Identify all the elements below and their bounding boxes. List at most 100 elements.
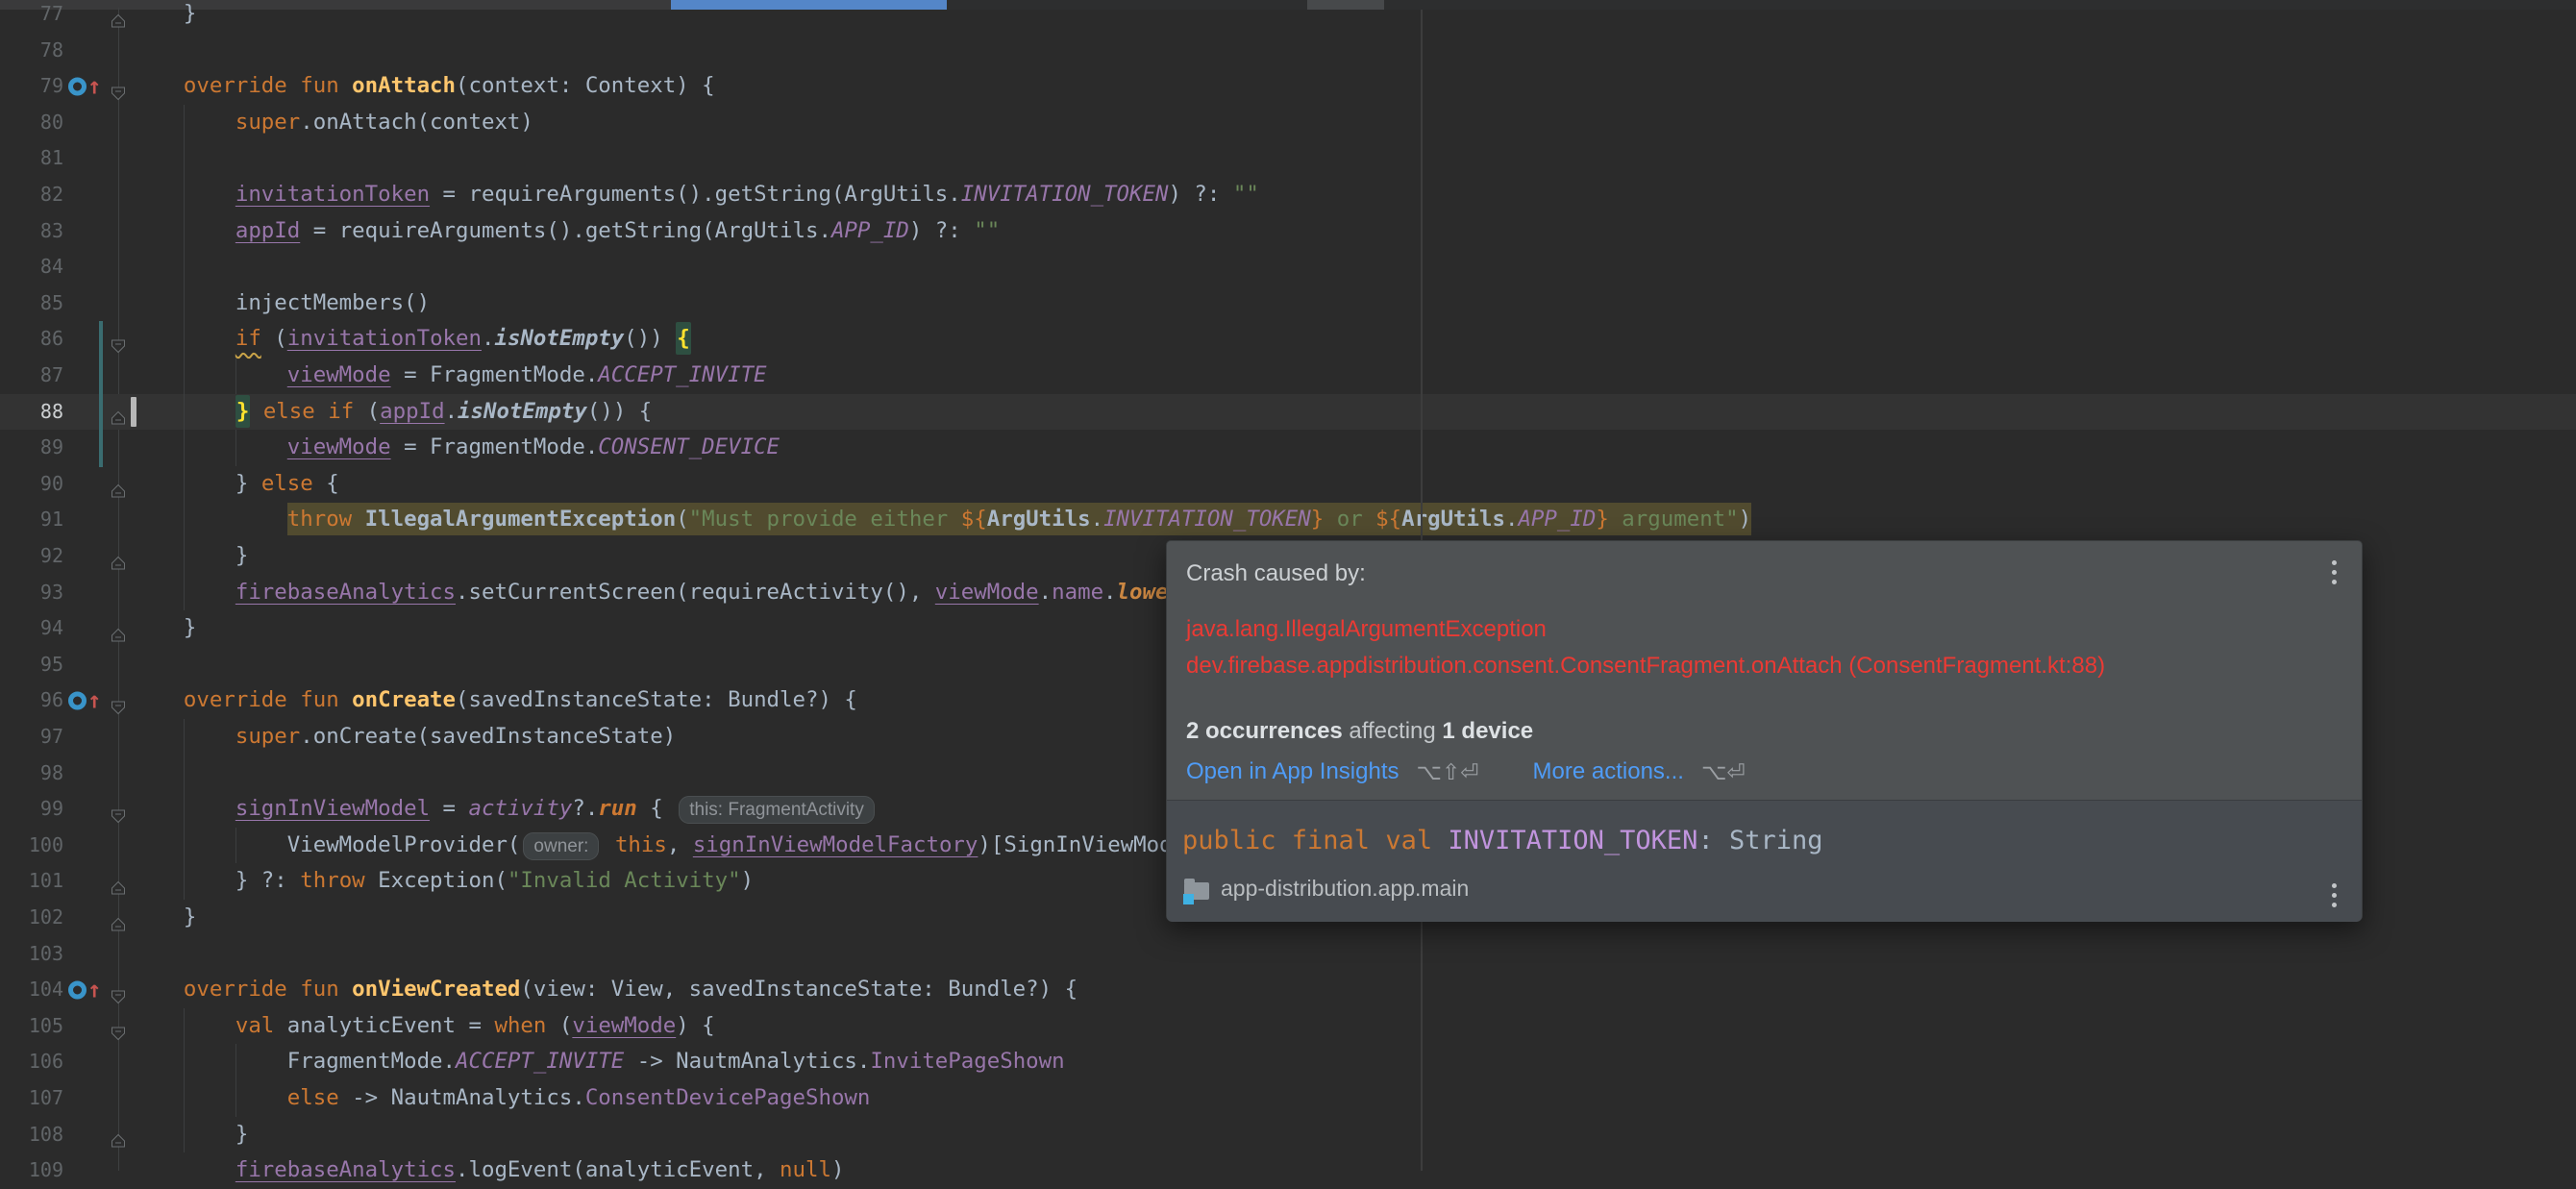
override-method-icon[interactable]	[68, 980, 87, 1000]
code-line-104[interactable]: 104 ↑ override fun onViewCreated(view: Vi…	[0, 972, 2576, 1008]
line-number[interactable]: 103	[0, 936, 63, 973]
code-text: throw IllegalArgumentException("Must pro…	[132, 502, 1752, 538]
line-number[interactable]: 82	[0, 177, 63, 213]
override-arrow-icon: ↑	[87, 72, 102, 100]
module-icon	[1183, 878, 1209, 904]
code-text: viewMode = FragmentMode.CONSENT_DEVICE	[286, 434, 780, 460]
line-number[interactable]: 105	[0, 1008, 63, 1045]
vcs-change-marker[interactable]	[99, 321, 103, 467]
device-count: 1 device	[1442, 718, 1534, 744]
line-number[interactable]: 100	[0, 828, 63, 864]
indent-guide	[184, 719, 185, 900]
code-text: }	[132, 615, 197, 641]
fold-marker-icon[interactable]	[110, 403, 127, 425]
code-line-90[interactable]: 90 } else {	[0, 466, 2576, 503]
line-number[interactable]: 78	[0, 33, 63, 69]
line-number[interactable]: 91	[0, 502, 63, 538]
fold-marker-icon[interactable]	[110, 78, 127, 101]
crash-location-text[interactable]: dev.firebase.appdistribution.consent.Con…	[1186, 653, 2105, 680]
code-line-108[interactable]: 108 }	[0, 1117, 2576, 1153]
code-line-86[interactable]: 86 if (invitationToken.isNotEmpty()) {	[0, 321, 2576, 358]
indent-guide	[184, 104, 185, 611]
fold-marker-icon[interactable]	[110, 6, 127, 28]
code-text: signInViewModel = activity?.run { this: …	[132, 791, 878, 829]
fold-marker-icon[interactable]	[110, 981, 127, 1004]
line-number[interactable]: 104	[0, 972, 63, 1008]
code-text: override fun onCreate(savedInstanceState…	[132, 687, 857, 713]
line-number[interactable]: 98	[0, 756, 63, 792]
line-number[interactable]: 96	[0, 682, 63, 719]
line-number[interactable]: 88	[0, 394, 63, 431]
indent-guide	[235, 1044, 236, 1117]
code-line-81[interactable]: 81	[0, 140, 2576, 177]
fold-marker-icon[interactable]	[110, 801, 127, 824]
code-line-77[interactable]: 77 }	[0, 0, 2576, 33]
line-number[interactable]: 101	[0, 863, 63, 900]
code-line-106[interactable]: 106 FragmentMode.ACCEPT_INVITE -> NautmA…	[0, 1044, 2576, 1080]
kebab-menu-icon[interactable]	[2328, 557, 2341, 588]
kebab-menu-icon[interactable]	[2328, 879, 2341, 911]
fold-marker-icon[interactable]	[110, 548, 127, 570]
fold-marker-icon[interactable]	[110, 909, 127, 931]
line-number[interactable]: 93	[0, 575, 63, 611]
code-line-78[interactable]: 78	[0, 33, 2576, 69]
code-text: } ?: throw Exception("Invalid Activity")	[132, 868, 755, 894]
override-arrow-icon: ↑	[87, 976, 102, 1003]
line-number[interactable]: 87	[0, 358, 63, 394]
code-text: }	[132, 1, 197, 26]
fold-marker-icon[interactable]	[110, 1126, 127, 1148]
fold-marker-icon[interactable]	[110, 476, 127, 498]
code-text: } else if (appId.isNotEmpty()) {	[132, 394, 652, 431]
line-number[interactable]: 84	[0, 249, 63, 285]
fold-marker-icon[interactable]	[110, 692, 127, 715]
line-number[interactable]: 90	[0, 466, 63, 503]
fold-marker-icon[interactable]	[110, 873, 127, 895]
code-line-79[interactable]: 79 ↑ override fun onAttach(context: Conte…	[0, 68, 2576, 105]
code-line-105[interactable]: 105 val analyticEvent = when (viewMode) …	[0, 1008, 2576, 1045]
open-in-app-insights-link[interactable]: Open in App Insights	[1186, 758, 1399, 785]
line-number[interactable]: 108	[0, 1117, 63, 1153]
line-number[interactable]: 89	[0, 430, 63, 466]
code-line-84[interactable]: 84	[0, 249, 2576, 285]
code-text: if (invitationToken.isNotEmpty()) {	[132, 321, 691, 358]
code-line-82[interactable]: 82 invitationToken = requireArguments().…	[0, 177, 2576, 213]
line-number[interactable]: 83	[0, 213, 63, 250]
line-number[interactable]: 86	[0, 321, 63, 358]
fold-marker-icon[interactable]	[110, 331, 127, 354]
occurrence-count: 2 occurrences	[1186, 718, 1343, 744]
line-number[interactable]: 99	[0, 791, 63, 828]
code-line-88[interactable]: 88 } else if (appId.isNotEmpty()) {	[0, 393, 2576, 431]
line-number[interactable]: 94	[0, 610, 63, 647]
more-actions-link[interactable]: More actions...	[1533, 758, 1684, 785]
code-line-83[interactable]: 83 appId = requireArguments().getString(…	[0, 213, 2576, 250]
line-number[interactable]: 97	[0, 719, 63, 756]
line-number[interactable]: 80	[0, 105, 63, 141]
code-text: override fun onAttach(context: Context) …	[132, 73, 715, 99]
quick-doc-section: public final val INVITATION_TOKEN: Strin…	[1167, 800, 2362, 922]
crash-exception-text[interactable]: java.lang.IllegalArgumentException	[1186, 616, 1547, 643]
line-number[interactable]: 102	[0, 900, 63, 936]
fold-marker-icon[interactable]	[110, 620, 127, 642]
line-number[interactable]: 106	[0, 1044, 63, 1080]
code-line-80[interactable]: 80 super.onAttach(context)	[0, 105, 2576, 141]
fold-marker-icon[interactable]	[110, 1018, 127, 1040]
code-text: injectMembers()	[132, 289, 431, 315]
indent-guide	[235, 827, 236, 864]
line-number[interactable]: 95	[0, 647, 63, 683]
line-number[interactable]: 92	[0, 538, 63, 575]
code-line-103[interactable]: 103	[0, 936, 2576, 973]
code-line-85[interactable]: 85 injectMembers()	[0, 285, 2576, 322]
line-number[interactable]: 81	[0, 140, 63, 177]
code-text: appId = requireArguments().getString(Arg…	[235, 217, 1001, 243]
code-line-107[interactable]: 107 else -> NautmAnalytics.ConsentDevice…	[0, 1080, 2576, 1117]
line-number[interactable]: 77	[0, 0, 63, 33]
code-line-91[interactable]: 91 throw IllegalArgumentException("Must …	[0, 502, 2576, 538]
code-text: }	[132, 904, 197, 929]
line-number[interactable]: 85	[0, 285, 63, 322]
override-method-icon[interactable]	[68, 77, 87, 96]
override-method-icon[interactable]	[68, 691, 87, 710]
line-number[interactable]: 107	[0, 1080, 63, 1117]
line-number[interactable]: 79	[0, 68, 63, 105]
code-line-87[interactable]: 87 viewMode = FragmentMode.ACCEPT_INVITE	[0, 358, 2576, 394]
code-line-89[interactable]: 89 viewMode = FragmentMode.CONSENT_DEVIC…	[0, 430, 2576, 466]
